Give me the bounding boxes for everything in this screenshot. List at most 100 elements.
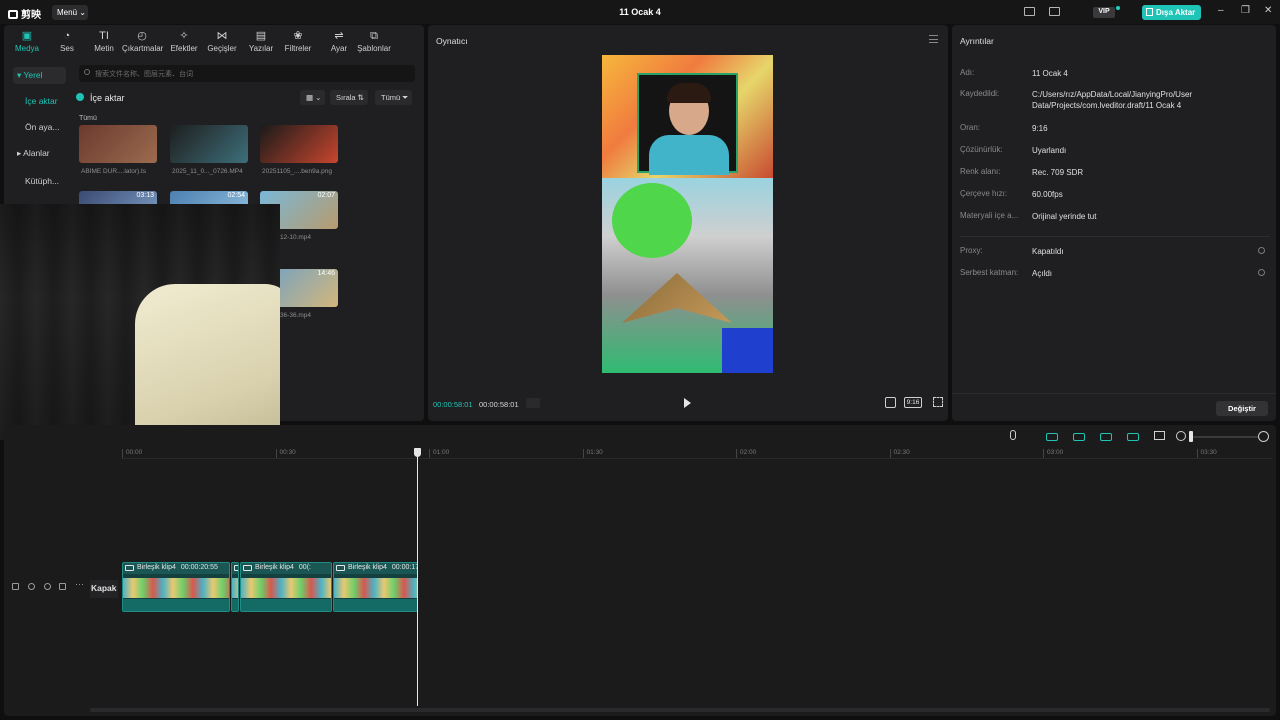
search-input[interactable]: 搜索文件名称、图层元素、台词 (79, 65, 415, 82)
auto-snap-icon[interactable] (1073, 433, 1085, 441)
cover-button[interactable]: Kapak (90, 580, 118, 598)
duration-badge: 02:07 (317, 192, 335, 199)
details-title: Ayrıntılar (960, 36, 994, 46)
ruler-tick: 00:30 (275, 449, 296, 458)
text-icon: TI (99, 30, 109, 42)
export-button[interactable]: Dışa Aktar (1142, 5, 1201, 20)
video-preview[interactable] (602, 55, 773, 373)
tab-label: Çıkartmalar (122, 44, 164, 53)
tab-label: Geçişler (207, 44, 237, 53)
eye-icon[interactable] (44, 583, 51, 590)
timeline-clip[interactable]: Birleşik klip4 00:00:20:55 (122, 562, 230, 612)
clip-audio-waveform (334, 599, 417, 611)
media-thumbnail[interactable] (79, 125, 157, 163)
compound-clip-icon (125, 565, 134, 571)
fullscreen-icon[interactable] (933, 397, 943, 407)
sort-button[interactable]: Sırala ⇅ (330, 90, 368, 105)
nav-item[interactable]: Kütüph... (13, 173, 66, 190)
tab-adjust[interactable]: ⇌ Ayar (319, 29, 359, 53)
clip-thumbnails (334, 578, 417, 598)
tab-captions[interactable]: ▤ Yazılar (241, 29, 281, 53)
detail-value: 11 Ocak 4 (1032, 69, 1068, 78)
tab-label: Efektler (170, 44, 198, 53)
nav-item-label: Alanlar (23, 148, 50, 158)
help-icon[interactable] (1258, 269, 1265, 276)
tab-transition[interactable]: ⋈ Geçişler (202, 29, 242, 53)
timeline-panel: 00:00 00:30 01:00 01:30 02:00 02:30 03:00 03:30… (4, 425, 1276, 716)
video-game-scene (602, 178, 773, 373)
nav-item[interactable]: İçe aktar (13, 93, 66, 110)
restore-icon[interactable]: ❐ (1241, 5, 1250, 16)
filter-icon: ❀ (293, 30, 303, 42)
linkage-icon[interactable] (1100, 433, 1112, 441)
chair-image (135, 284, 280, 440)
wings-shape (622, 273, 732, 323)
compound-clip-icon (336, 565, 345, 571)
playhead-handle[interactable] (414, 448, 421, 457)
ruler-tick: 03:30 (1196, 449, 1217, 458)
minimize-icon[interactable]: – (1218, 5, 1224, 16)
vip-badge[interactable]: VIP (1093, 7, 1115, 18)
layout-icon[interactable] (1024, 7, 1035, 16)
more-icon[interactable]: ⋯ (75, 579, 84, 589)
zoom-slider[interactable] (1190, 436, 1258, 438)
aspect-ratio-button[interactable]: 9:16 (904, 397, 922, 408)
timecode-format-icon[interactable] (526, 398, 540, 408)
tab-template[interactable]: ⧉ Şablonlar (354, 29, 394, 53)
preview-axis-icon[interactable] (1127, 433, 1139, 441)
horizontal-scrollbar[interactable] (90, 708, 1270, 712)
detail-value: Açıldı (1032, 269, 1053, 278)
clip-name: Birleşik klip4 (348, 564, 387, 571)
import-label[interactable]: İçe aktar (90, 93, 125, 103)
clip-thumbnails (241, 578, 331, 598)
change-button[interactable]: Değiştir (1216, 401, 1268, 416)
play-icon[interactable] (684, 398, 691, 408)
playhead[interactable] (417, 450, 418, 706)
screen-icon[interactable] (1154, 431, 1165, 440)
timeline-clip[interactable]: Birleşik klip4 00:00:17 (333, 562, 418, 612)
detail-label: Oran: (960, 123, 981, 132)
speaker-icon[interactable] (59, 583, 66, 590)
tab-sticker[interactable]: ◴ Çıkartmalar (122, 29, 164, 53)
zoom-out-icon[interactable] (1176, 431, 1186, 441)
hamburger-menu-icon[interactable] (929, 35, 938, 43)
detail-value: 60.00fps (1032, 190, 1063, 199)
tab-text[interactable]: TI Metin (84, 29, 124, 53)
nav-item[interactable]: ▾ Yerel (13, 67, 66, 84)
lock-icon[interactable] (28, 583, 35, 590)
track-toggle-icon[interactable] (12, 583, 19, 590)
clip-header: Birleşik klip4 00:00:17 (334, 563, 417, 574)
nav-item-label: İçe aktar (25, 96, 58, 106)
view-toggle-button[interactable]: ▦ ⌄ (300, 90, 326, 105)
zoom-slider-handle[interactable] (1189, 431, 1193, 442)
microphone-icon[interactable] (1010, 430, 1016, 440)
timeline-clip[interactable]: Birleşik klip4 00(: (240, 562, 332, 612)
divider (960, 236, 1270, 237)
tab-filter[interactable]: ❀ Filtreler (278, 29, 318, 53)
sticker-icon: ◴ (137, 30, 147, 42)
ruler-tick: 02:00 (736, 449, 756, 458)
clip-audio-waveform (232, 599, 238, 611)
timeline-clip[interactable]: B (231, 562, 239, 612)
zoom-in-icon[interactable] (1258, 431, 1269, 442)
duration-badge: 03:13 (136, 192, 154, 199)
help-icon[interactable] (1258, 247, 1265, 254)
audio-icon: ◔ (63, 30, 71, 42)
template-icon: ⧉ (370, 30, 378, 42)
close-icon[interactable]: ✕ (1264, 5, 1272, 16)
tab-audio[interactable]: ◔ Ses (47, 29, 87, 53)
media-thumbnail[interactable] (260, 125, 338, 163)
ruler-tick: 01:30 (582, 449, 603, 458)
filter-button[interactable]: Tümü ⏷ (375, 90, 413, 105)
media-name: ABİME DÜR....lator).ts (81, 168, 147, 175)
ruler-tick: 01:00 (429, 449, 449, 458)
main-track-magnet-icon[interactable] (1046, 433, 1058, 441)
nav-item[interactable]: Ön aya... (13, 119, 66, 136)
tab-effects[interactable]: ✧ Efektler (164, 29, 204, 53)
tab-media[interactable]: ▣ Medya (7, 29, 47, 53)
focus-icon[interactable] (885, 397, 896, 408)
media-thumbnail[interactable] (170, 125, 248, 163)
panel-layout-icon[interactable] (1049, 7, 1060, 16)
adjust-icon: ⇌ (334, 30, 344, 42)
nav-item[interactable]: ▸ Alanlar (13, 145, 66, 162)
